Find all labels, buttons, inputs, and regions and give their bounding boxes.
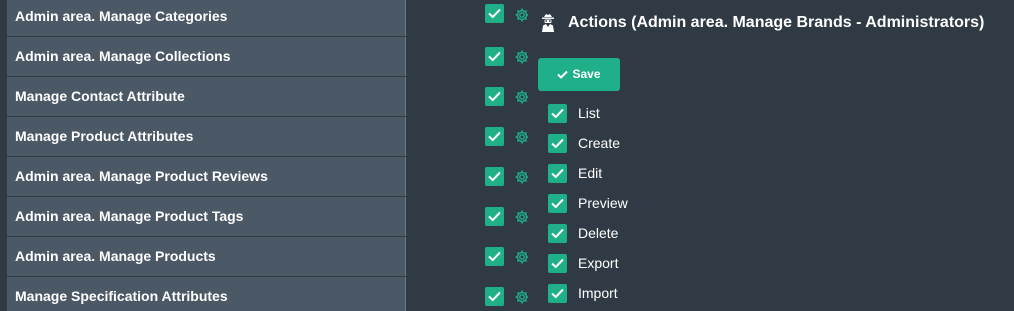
action-label: List: [578, 105, 600, 121]
action-label: Import: [578, 285, 618, 301]
permission-checkbox[interactable]: [485, 4, 504, 23]
actions-panel: Actions (Admin area. Manage Brands - Adm…: [528, 0, 1014, 311]
permission-label: Manage Contact Attribute: [15, 88, 185, 104]
permission-label: Admin area. Manage Product Reviews: [15, 168, 268, 184]
permission-checkbox[interactable]: [485, 87, 504, 106]
checkmark-icon: [551, 108, 564, 119]
checkmark-icon: [557, 70, 569, 79]
checkmark-icon: [551, 228, 564, 239]
permission-row: Admin area. Manage Categories: [7, 0, 528, 36]
permissions-list: Admin area. Manage Categories Admin area…: [0, 0, 528, 311]
save-button-label: Save: [572, 67, 601, 82]
permission-row: Manage Product Attributes: [7, 117, 528, 156]
permission-row: Admin area. Manage Product Tags: [7, 197, 528, 236]
permission-label: Admin area. Manage Categories: [15, 8, 228, 24]
permission-row: Admin area. Manage Collections: [7, 37, 528, 76]
permission-row: Admin area. Manage Products: [7, 237, 528, 276]
gear-icon[interactable]: [514, 249, 528, 265]
user-secret-icon: [540, 13, 556, 33]
checkmark-icon: [488, 171, 501, 182]
action-label: Preview: [578, 195, 628, 211]
permission-row: Manage Contact Attribute: [7, 77, 528, 116]
gear-icon[interactable]: [514, 129, 528, 145]
action-checkbox[interactable]: [548, 224, 567, 243]
permission-label: Admin area. Manage Product Tags: [15, 208, 244, 224]
checkmark-icon: [551, 258, 564, 269]
permission-label: Admin area. Manage Collections: [15, 48, 231, 64]
save-button[interactable]: Save: [538, 58, 620, 91]
action-checkbox[interactable]: [548, 134, 567, 153]
checkmark-icon: [488, 291, 501, 302]
permission-checkbox[interactable]: [485, 47, 504, 66]
action-label: Create: [578, 135, 621, 151]
actions-title: Actions (Admin area. Manage Brands - Adm…: [568, 14, 985, 31]
checkmark-icon: [488, 8, 501, 19]
permission-label: Manage Product Attributes: [15, 128, 194, 144]
action-checkbox[interactable]: [548, 284, 567, 303]
checkmark-icon: [488, 211, 501, 222]
action-checkbox[interactable]: [548, 194, 567, 213]
action-checkbox[interactable]: [548, 254, 567, 273]
gear-icon[interactable]: [514, 169, 528, 185]
gear-icon[interactable]: [514, 7, 528, 23]
permission-row: Admin area. Manage Product Reviews: [7, 157, 528, 196]
action-checkbox[interactable]: [548, 164, 567, 183]
permission-checkbox[interactable]: [485, 207, 504, 226]
checkmark-icon: [488, 251, 501, 262]
action-checkbox[interactable]: [548, 104, 567, 123]
action-label: Edit: [578, 165, 603, 181]
permission-checkbox[interactable]: [485, 287, 504, 306]
checkmark-icon: [488, 51, 501, 62]
permission-label: Admin area. Manage Products: [15, 248, 216, 264]
permission-checkbox[interactable]: [485, 127, 504, 146]
gear-icon[interactable]: [514, 49, 528, 65]
gear-icon[interactable]: [514, 289, 528, 305]
checkmark-icon: [551, 198, 564, 209]
action-label: Export: [578, 255, 619, 271]
permission-checkbox[interactable]: [485, 167, 504, 186]
checkmark-icon: [551, 168, 564, 179]
action-label: Delete: [578, 225, 619, 241]
permission-checkbox[interactable]: [485, 247, 504, 266]
checkmark-icon: [488, 131, 501, 142]
checkmark-icon: [551, 138, 564, 149]
gear-icon[interactable]: [514, 209, 528, 225]
permission-row: Manage Specification Attributes: [7, 277, 528, 311]
permission-label: Manage Specification Attributes: [15, 288, 228, 304]
checkmark-icon: [551, 288, 564, 299]
gear-icon[interactable]: [514, 89, 528, 105]
checkmark-icon: [488, 91, 501, 102]
